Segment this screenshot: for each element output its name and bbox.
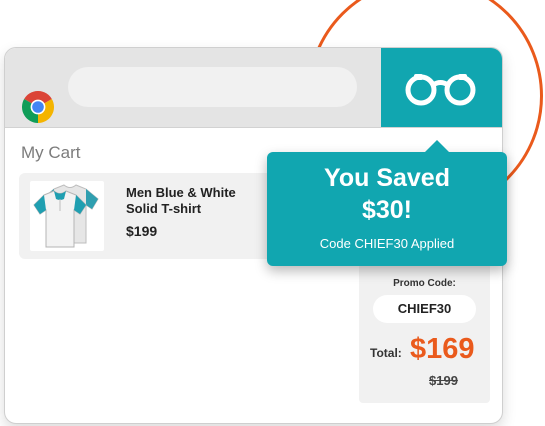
applied-code-text: Code CHIEF30 Applied xyxy=(319,236,455,251)
extension-button[interactable] xyxy=(381,48,502,127)
savings-headline-text: You Saved $30! xyxy=(324,164,450,224)
total-price: $169 xyxy=(410,333,475,365)
browser-toolbar xyxy=(5,48,502,128)
promo-label: Promo Code: xyxy=(393,278,456,289)
original-price: $199 xyxy=(429,373,458,388)
chrome-icon xyxy=(22,91,54,123)
savings-popup: You Saved $30! Code CHIEF30 Applied xyxy=(267,140,507,266)
product-name[interactable]: Men Blue & White Solid T-shirt xyxy=(126,185,266,217)
product-price: $199 xyxy=(126,223,158,239)
binoculars-icon xyxy=(405,74,476,106)
product-image[interactable] xyxy=(30,181,104,251)
tshirt-icon xyxy=(33,184,99,248)
cart-title: My Cart xyxy=(21,143,81,162)
order-summary: Promo Code: CHIEF30 Total: $169 $199 xyxy=(359,263,490,403)
address-bar[interactable] xyxy=(68,67,357,107)
promo-code-field[interactable]: CHIEF30 xyxy=(373,295,476,323)
total-label: Total: xyxy=(370,346,402,360)
popup-pointer xyxy=(424,140,450,153)
cart-item[interactable]: Men Blue & White Solid T-shirt $199 xyxy=(19,173,281,259)
savings-headline: You Saved $30! xyxy=(267,162,507,226)
